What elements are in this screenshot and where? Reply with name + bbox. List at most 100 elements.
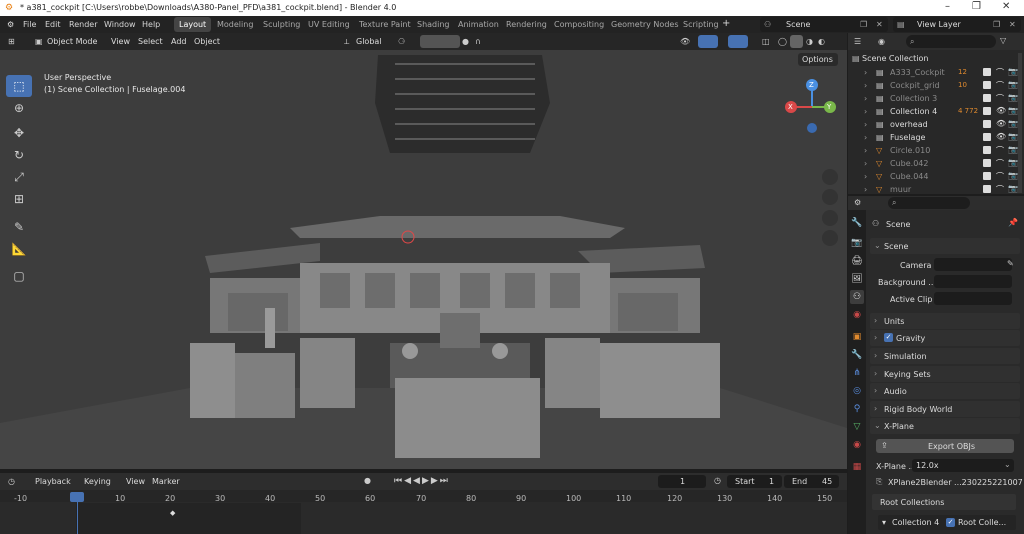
expand-icon[interactable]: › xyxy=(864,107,867,116)
exclude-checkbox[interactable] xyxy=(983,68,991,76)
expand-icon[interactable]: › xyxy=(864,172,867,181)
units-section[interactable]: › Units xyxy=(870,313,1020,329)
solid-shading-button[interactable] xyxy=(790,35,803,48)
current-frame-field[interactable]: 1 xyxy=(658,475,706,488)
tab-texture-paint[interactable]: Texture Paint xyxy=(354,17,416,32)
outliner-row[interactable]: › ▤ Fuselage 👁 📷 xyxy=(848,131,1018,144)
visibility-icon[interactable]: ⌒ xyxy=(996,67,1004,78)
visibility-icon[interactable]: ⌒ xyxy=(996,145,1004,156)
tab-layout[interactable]: Layout xyxy=(174,17,212,32)
add-workspace-button[interactable]: + xyxy=(722,18,730,29)
background-field[interactable] xyxy=(934,275,1012,288)
editor-type-icon[interactable]: ⚙ xyxy=(854,198,861,207)
exclude-checkbox[interactable] xyxy=(983,172,991,180)
render-visibility-icon[interactable]: 📷 xyxy=(1008,93,1018,102)
tab-compositing[interactable]: Compositing xyxy=(549,17,609,32)
eyedropper-icon[interactable]: ✎ xyxy=(1007,259,1014,268)
visibility-icon[interactable]: 👁 xyxy=(996,132,1006,141)
visibility-icon[interactable]: ⌒ xyxy=(996,158,1004,169)
visibility-icon[interactable]: ⌒ xyxy=(996,184,1004,195)
output-tab-icon[interactable]: 🖨 xyxy=(850,254,864,268)
display-mode-icon[interactable]: ◉ xyxy=(878,37,885,46)
menu-window[interactable]: Window xyxy=(104,20,136,29)
render-visibility-icon[interactable]: 📷 xyxy=(1008,132,1018,141)
exclude-checkbox[interactable] xyxy=(983,159,991,167)
expand-icon[interactable]: › xyxy=(864,120,867,129)
rigid-body-world-section[interactable]: › Rigid Body World xyxy=(870,401,1020,417)
falloff-icon[interactable]: ∩ xyxy=(475,37,481,46)
render-visibility-icon[interactable]: 📷 xyxy=(1008,119,1018,128)
move-tool-icon[interactable]: ✥ xyxy=(6,122,32,144)
modifiers-tab-icon[interactable]: 🔧 xyxy=(850,348,864,362)
gravity-section[interactable]: › ✓ Gravity xyxy=(870,330,1020,346)
close-button[interactable]: ✕ xyxy=(1002,1,1010,12)
object-tab-icon[interactable]: ▣ xyxy=(850,330,864,344)
active-clip-field[interactable] xyxy=(934,292,1012,305)
copy-icon[interactable]: ❐ xyxy=(860,20,867,29)
proportional-edit-icon[interactable]: ● xyxy=(462,37,469,46)
material-shading-icon[interactable]: ◑ xyxy=(806,37,813,46)
visibility-icon[interactable]: ⌒ xyxy=(996,80,1004,91)
exclude-checkbox[interactable] xyxy=(983,107,991,115)
outliner-row[interactable]: › ▤ Cockpit_grid 10 ⌒ 📷 xyxy=(848,79,1018,92)
pivot-icon[interactable]: ⚆ xyxy=(398,37,405,46)
xray-icon[interactable]: ◫ xyxy=(762,37,770,46)
expand-icon[interactable]: › xyxy=(864,68,867,77)
render-visibility-icon[interactable]: 📷 xyxy=(1008,67,1018,76)
annotate-tool-icon[interactable]: ✎ xyxy=(6,216,32,238)
render-visibility-icon[interactable]: 📷 xyxy=(1008,106,1018,115)
close-icon[interactable]: ✕ xyxy=(1009,20,1016,29)
playback-controls[interactable]: ⏮◀◀▶▶⏭ xyxy=(394,476,450,486)
menu-render[interactable]: Render xyxy=(69,20,97,29)
playhead[interactable] xyxy=(70,492,84,502)
expand-icon[interactable]: › xyxy=(864,159,867,168)
audio-section[interactable]: › Audio xyxy=(870,383,1020,399)
minimize-button[interactable]: – xyxy=(945,1,950,12)
expand-icon[interactable]: › xyxy=(864,185,867,194)
expand-icon[interactable]: › xyxy=(864,133,867,142)
render-visibility-icon[interactable]: 📷 xyxy=(1008,80,1018,89)
end-frame-field[interactable]: End 45 xyxy=(784,475,839,488)
exclude-checkbox[interactable] xyxy=(983,146,991,154)
filter-icon[interactable]: ▽ xyxy=(1000,36,1006,45)
exclude-checkbox[interactable] xyxy=(983,94,991,102)
menu-file[interactable]: File xyxy=(23,20,36,29)
maximize-button[interactable]: ❐ xyxy=(972,1,981,12)
visibility-icon[interactable]: ⌒ xyxy=(996,171,1004,182)
render-visibility-icon[interactable]: 📷 xyxy=(1008,184,1018,193)
outliner-row[interactable]: › ▤ A333_Cockpit 12 ⌒ 📷 xyxy=(848,66,1018,79)
outliner-root[interactable]: ▤ Scene Collection xyxy=(848,52,1016,65)
transform-orientation-dropdown[interactable]: Global xyxy=(356,37,382,46)
xplane-section[interactable]: ⌄ X-Plane xyxy=(870,418,1020,434)
options-button[interactable]: Options xyxy=(798,53,838,66)
view-layer-tab-icon[interactable]: 🖼 xyxy=(850,272,864,286)
select-box-tool[interactable]: ⬚ xyxy=(6,75,32,97)
texture-tab-icon[interactable]: ▦ xyxy=(850,460,864,474)
record-icon[interactable]: ● xyxy=(364,476,371,485)
particles-tab-icon[interactable]: ⋔ xyxy=(850,366,864,380)
object-mode-dropdown[interactable]: Object Mode xyxy=(47,37,97,46)
material-tab-icon[interactable]: ◉ xyxy=(850,438,864,452)
overlays-toggle[interactable] xyxy=(728,35,748,48)
outliner-row[interactable]: › ▤ Collection 3 ⌒ 📷 xyxy=(848,92,1018,105)
playback-menu[interactable]: Playback xyxy=(35,477,71,486)
transform-tool-icon[interactable]: ⊞ xyxy=(6,188,32,210)
outliner-row[interactable]: › ▽ Cube.044 ⌒ 📷 xyxy=(848,170,1018,183)
physics-tab-icon[interactable]: ◎ xyxy=(850,384,864,398)
pin-icon[interactable]: 📌 xyxy=(1008,218,1018,227)
add-menu[interactable]: Add xyxy=(171,37,187,46)
rotate-tool-icon[interactable]: ↻ xyxy=(6,144,32,166)
tab-scripting[interactable]: Scripting xyxy=(678,17,724,32)
render-visibility-icon[interactable]: 📷 xyxy=(1008,145,1018,154)
keyframe-icon[interactable]: ◆ xyxy=(170,509,175,517)
3d-viewport[interactable]: ⊞ ▣ Object Mode View Select Add Object ⟂… xyxy=(0,33,847,469)
outliner-row[interactable]: › ▤ Collection 4 4 772 👁 📷 xyxy=(848,105,1018,118)
menu-help[interactable]: Help xyxy=(142,20,160,29)
menu-edit[interactable]: Edit xyxy=(45,20,61,29)
close-icon[interactable]: ✕ xyxy=(876,20,883,29)
editor-type-icon[interactable]: ⊞ xyxy=(8,37,15,46)
export-objs-button[interactable]: ⇪ Export OBJs xyxy=(876,439,1014,453)
wireframe-shading-icon[interactable]: ◯ xyxy=(778,37,787,46)
expand-icon[interactable]: › xyxy=(864,146,867,155)
copy-icon[interactable]: ❐ xyxy=(993,20,1000,29)
